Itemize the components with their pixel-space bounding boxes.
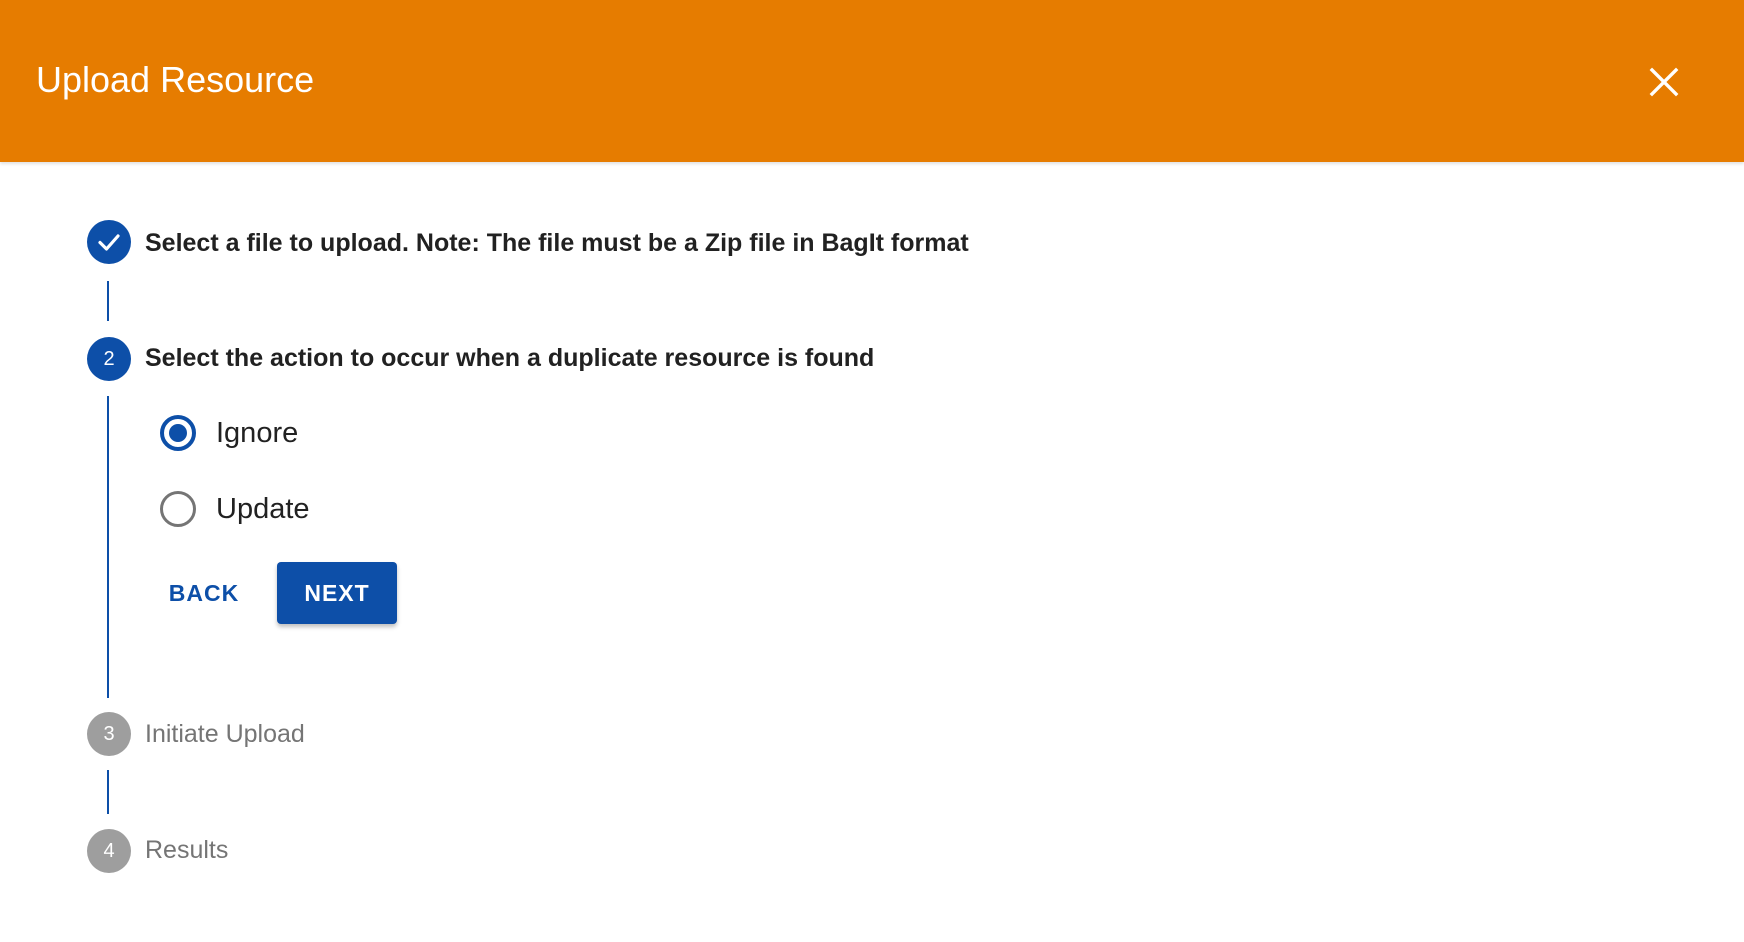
close-button[interactable]: [1638, 56, 1690, 108]
step-4-indicator: 4: [87, 829, 131, 873]
radio-ignore[interactable]: Ignore: [160, 413, 298, 453]
step-2-indicator: 2: [87, 337, 131, 381]
step-4-label: Results: [145, 836, 229, 864]
next-button[interactable]: NEXT: [277, 562, 397, 624]
radio-update[interactable]: Update: [160, 489, 310, 529]
step-2-content-line: [107, 396, 109, 698]
step-2-label: Select the action to occur when a duplic…: [145, 344, 875, 372]
radio-update-label: Update: [216, 492, 310, 525]
radio-update-control[interactable]: [160, 491, 196, 527]
radio-ignore-control[interactable]: [160, 415, 196, 451]
check-icon: [98, 234, 120, 251]
step-connector-3: [107, 770, 109, 814]
step-3-label: Initiate Upload: [145, 720, 305, 748]
dialog-header: Upload Resource: [0, 0, 1744, 162]
close-icon: [1649, 67, 1679, 97]
dialog-title: Upload Resource: [36, 59, 315, 100]
step-3-indicator: 3: [87, 712, 131, 756]
back-button[interactable]: BACK: [156, 562, 252, 624]
upload-resource-dialog: Upload Resource Select a file to upload.…: [0, 0, 1744, 942]
step-1-indicator: [87, 220, 131, 264]
step-connector-1: [107, 281, 109, 321]
radio-ignore-label: Ignore: [216, 416, 299, 449]
step-1-label: Select a file to upload. Note: The file …: [145, 229, 969, 257]
